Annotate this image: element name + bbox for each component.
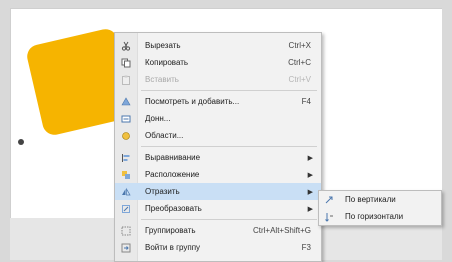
menu-item-flip[interactable]: Отразить ▶ xyxy=(115,183,321,200)
flip-horizontal-icon xyxy=(319,212,339,222)
submenu-arrow-icon: ▶ xyxy=(307,171,313,179)
area-icon xyxy=(115,131,137,141)
menu-item-label: Войти в группу xyxy=(145,243,201,252)
menu-item-convert[interactable]: Преобразовать ▶ xyxy=(115,200,321,217)
submenu-item-label: По вертикали xyxy=(345,195,396,204)
menu-item-label: Преобразовать xyxy=(145,204,202,213)
insert-icon xyxy=(115,96,137,107)
copy-icon xyxy=(115,58,137,68)
menu-separator xyxy=(141,219,317,220)
submenu-arrow-icon: ▶ xyxy=(307,188,313,196)
menu-item-arrange[interactable]: Расположение ▶ xyxy=(115,166,321,183)
menu-item-shortcut: Ctrl+X xyxy=(288,41,311,50)
menu-item-align[interactable]: Выравнивание ▶ xyxy=(115,149,321,166)
paste-icon xyxy=(115,75,137,85)
menu-item-label: Посмотреть и добавить... xyxy=(145,97,240,106)
arrange-icon xyxy=(115,170,137,180)
group-icon xyxy=(115,226,137,236)
flip-submenu: По вертикали По горизонтали xyxy=(318,190,442,226)
enter-group-icon xyxy=(115,243,137,253)
submenu-item-label: По горизонтали xyxy=(345,212,404,221)
menu-item-label: Отразить xyxy=(145,187,180,196)
selection-handle[interactable] xyxy=(18,139,24,145)
menu-item-shortcut: Ctrl+V xyxy=(288,75,311,84)
menu-item-label: Группировать xyxy=(145,226,196,235)
menu-item-label: Выравнивание xyxy=(145,153,201,162)
flip-icon xyxy=(115,187,137,197)
menu-item-copy[interactable]: Копировать Ctrl+C xyxy=(115,54,321,71)
menu-item-label: Вставить xyxy=(145,75,179,84)
submenu-item-vertical[interactable]: По вертикали xyxy=(319,191,441,208)
menu-item-label: Донн... xyxy=(145,114,171,123)
convert-icon xyxy=(115,204,137,214)
menu-separator xyxy=(141,90,317,91)
edit-icon xyxy=(115,114,137,124)
menu-item-paste[interactable]: Вставить Ctrl+V xyxy=(115,71,321,88)
context-menu: Вырезать Ctrl+X Копировать Ctrl+C Встави… xyxy=(114,32,322,262)
submenu-arrow-icon: ▶ xyxy=(307,154,313,162)
menu-item-group[interactable]: Группировать Ctrl+Alt+Shift+G xyxy=(115,222,321,239)
menu-item-shortcut: F4 xyxy=(301,97,311,106)
cut-icon xyxy=(115,41,137,51)
menu-item-shortcut: F3 xyxy=(301,243,311,252)
menu-item-cut[interactable]: Вырезать Ctrl+X xyxy=(115,37,321,54)
menu-item-label: Области... xyxy=(145,131,184,140)
document-canvas-right[interactable] xyxy=(326,8,442,219)
submenu-arrow-icon: ▶ xyxy=(307,205,313,213)
menu-item-label: Расположение xyxy=(145,170,200,179)
flip-vertical-icon xyxy=(319,195,339,205)
menu-item-insert[interactable]: Посмотреть и добавить... F4 xyxy=(115,93,321,110)
menu-item-label: Вырезать xyxy=(145,41,181,50)
menu-item-enter-group[interactable]: Войти в группу F3 xyxy=(115,239,321,256)
menu-item-shortcut: Ctrl+C xyxy=(288,58,311,67)
align-icon xyxy=(115,153,137,163)
menu-item-edit[interactable]: Донн... xyxy=(115,110,321,127)
menu-item-area[interactable]: Области... xyxy=(115,127,321,144)
submenu-item-horizontal[interactable]: По горизонтали xyxy=(319,208,441,225)
menu-item-label: Копировать xyxy=(145,58,189,67)
menu-separator xyxy=(141,146,317,147)
menu-item-shortcut: Ctrl+Alt+Shift+G xyxy=(252,226,311,235)
